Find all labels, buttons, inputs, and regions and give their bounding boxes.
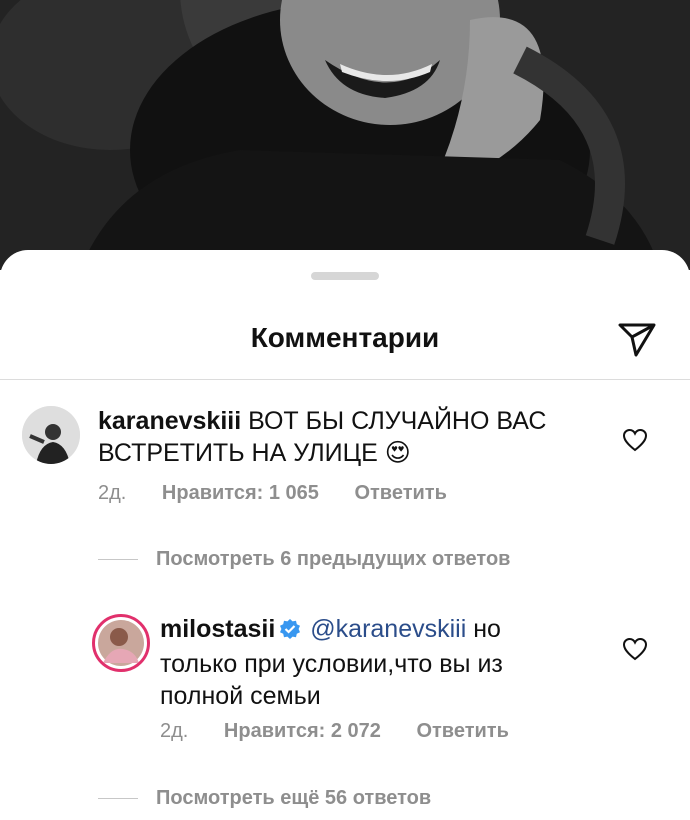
comment-time: 2д. xyxy=(98,482,127,504)
avatar[interactable] xyxy=(92,614,150,672)
reply-button[interactable]: Ответить xyxy=(354,482,446,504)
comment-text-line3: полной семьи xyxy=(160,682,321,710)
header-divider xyxy=(0,379,690,380)
reply-button[interactable]: Ответить xyxy=(416,720,508,742)
avatar[interactable] xyxy=(22,406,80,464)
verified-badge-icon xyxy=(279,616,301,648)
like-heart-icon[interactable] xyxy=(622,428,648,452)
comment-meta: 2д. Нравится: 2 072 Ответить xyxy=(160,720,539,743)
portrait-image xyxy=(0,0,690,270)
view-previous-replies-button[interactable]: Посмотреть 6 предыдущих ответов xyxy=(98,548,510,571)
sheet-drag-handle[interactable] xyxy=(311,272,379,280)
comment-likes[interactable]: Нравится: 2 072 xyxy=(224,720,381,742)
comment-mention[interactable]: @karanevskiii xyxy=(310,615,466,643)
comment-text-line2: только при условии,что вы из xyxy=(160,650,503,678)
view-previous-label: Посмотреть 6 предыдущих ответов xyxy=(156,548,511,570)
heart-eyes-emoji: 😍 xyxy=(384,439,411,467)
comment-likes[interactable]: Нравится: 1 065 xyxy=(162,482,319,504)
comment-body: milostasii @karanevskiii но только при у… xyxy=(160,613,600,712)
post-photo-background xyxy=(0,0,690,270)
like-heart-icon[interactable] xyxy=(622,637,648,661)
avatar-photo xyxy=(22,406,80,464)
replies-line xyxy=(98,559,138,561)
comment-meta: 2д. Нравится: 1 065 Ответить xyxy=(98,482,477,505)
avatar-photo xyxy=(98,620,144,666)
sheet-title: Комментарии xyxy=(250,322,440,353)
comment-time: 2д. xyxy=(160,720,189,742)
comment-body: karanevskiii ВОТ БЫ СЛУЧАЙНО ВАС ВСТРЕТИ… xyxy=(98,405,578,469)
comment-text-line1: но xyxy=(466,615,501,643)
comment-username[interactable]: karanevskiii xyxy=(98,407,241,435)
comment-username[interactable]: milostasii xyxy=(160,615,275,643)
view-more-replies-button[interactable]: Посмотреть ещё 56 ответов xyxy=(98,787,431,810)
view-more-label: Посмотреть ещё 56 ответов xyxy=(156,787,432,809)
replies-line xyxy=(98,798,138,800)
share-icon[interactable] xyxy=(614,319,660,359)
